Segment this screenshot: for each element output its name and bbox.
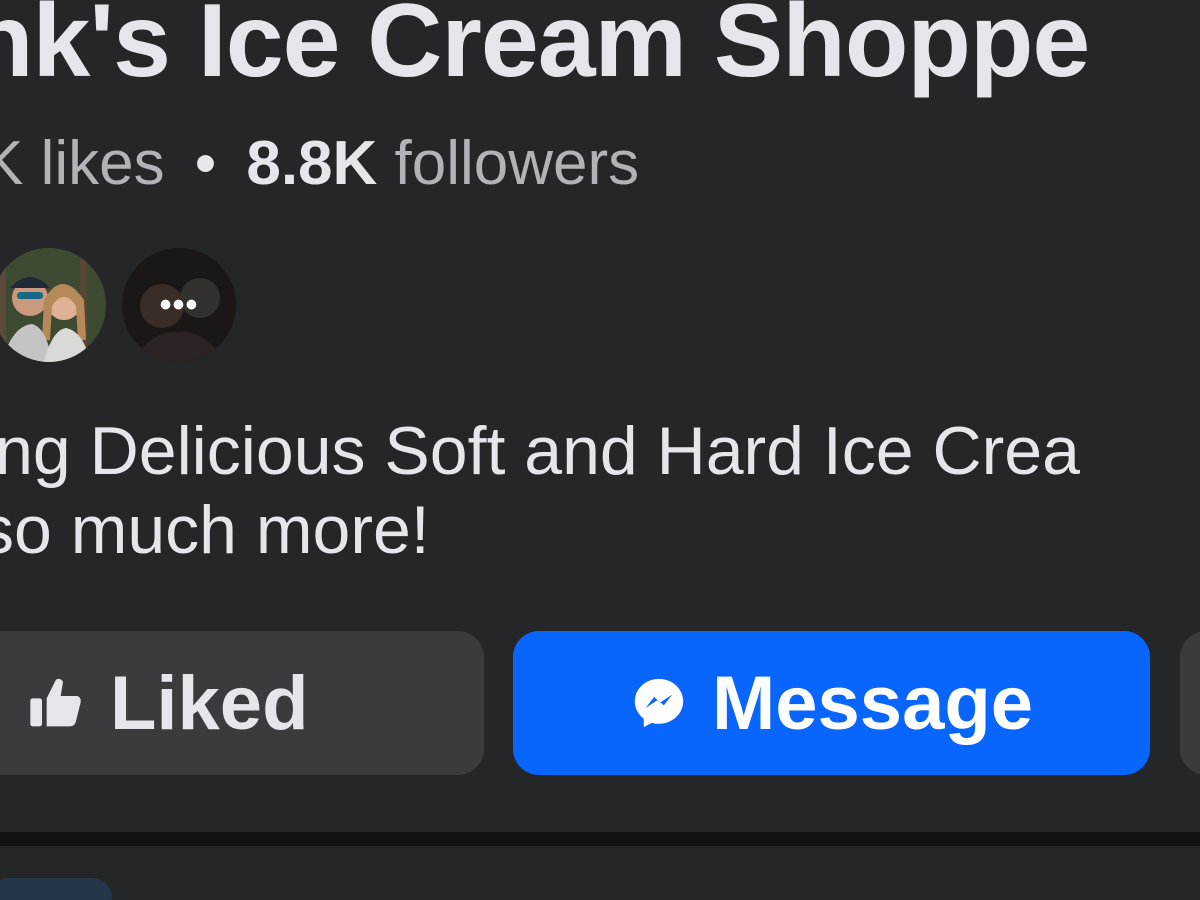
page-stats: K likes • 8.8K followers xyxy=(0,129,640,198)
more-friends-avatar[interactable]: ••• xyxy=(122,248,236,362)
more-actions-button[interactable] xyxy=(1180,631,1200,775)
message-button[interactable]: Message xyxy=(513,631,1150,775)
thumbs-up-icon xyxy=(30,678,81,727)
page-header-card: nk's Ice Cream Shoppe K likes • 8.8K follo… xyxy=(0,0,1200,900)
followers-label[interactable]: followers xyxy=(395,129,640,198)
next-section-element xyxy=(0,878,112,900)
likes-count-fragment: K xyxy=(0,129,24,198)
friend-avatar-photo xyxy=(0,248,106,362)
likes-label[interactable]: likes xyxy=(41,129,165,198)
page-title: nk's Ice Cream Shoppe xyxy=(0,0,1090,99)
message-label: Message xyxy=(711,660,1034,746)
liked-button[interactable]: Liked xyxy=(0,631,484,775)
messenger-icon xyxy=(634,678,684,728)
page-bio: ing Delicious Soft and Hard Ice Crea so … xyxy=(0,412,1080,570)
liked-label: Liked xyxy=(110,660,309,746)
friend-avatar[interactable] xyxy=(0,248,106,362)
stats-separator: • xyxy=(194,129,217,198)
bio-line-2: so much more! xyxy=(0,491,430,568)
section-divider xyxy=(0,832,1200,846)
followers-count[interactable]: 8.8K xyxy=(246,129,377,198)
bio-line-1: ing Delicious Soft and Hard Ice Crea xyxy=(0,413,1080,489)
more-friends-indicator: ••• xyxy=(159,285,199,324)
